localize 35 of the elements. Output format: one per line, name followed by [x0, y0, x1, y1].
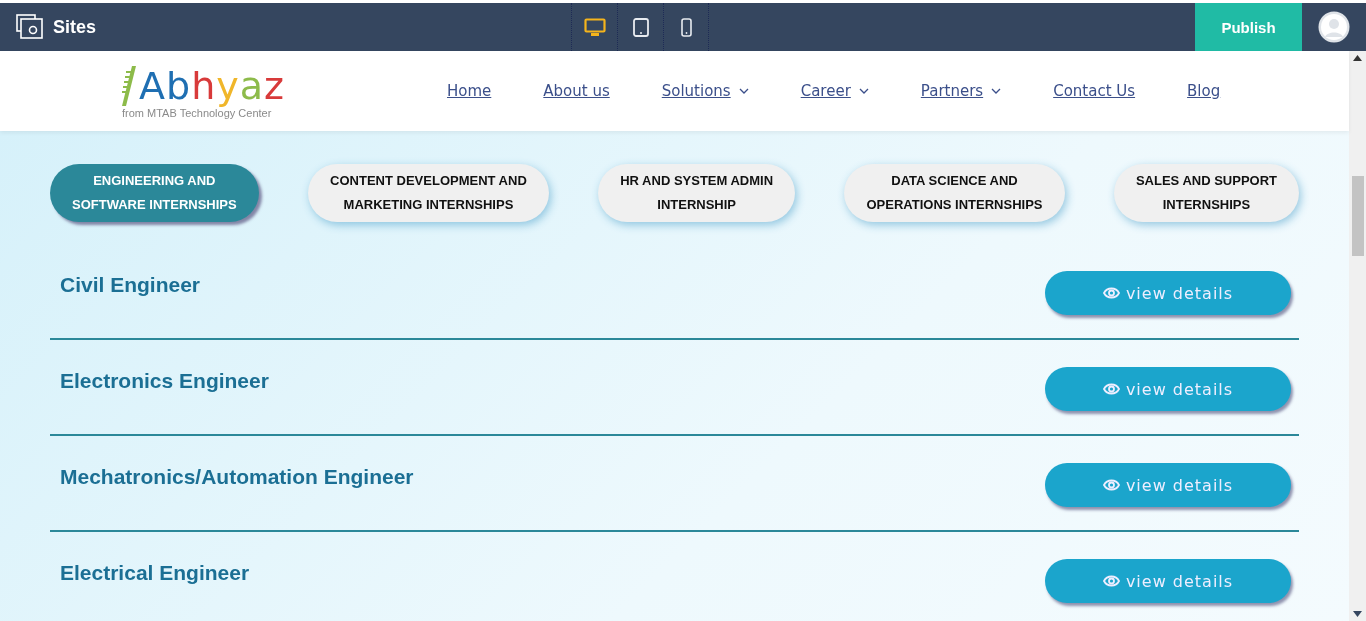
nav-link[interactable]: Partners — [920, 82, 1002, 100]
chevron-down-icon — [991, 88, 1002, 94]
scroll-up-icon[interactable] — [1353, 55, 1362, 61]
scrollbar-thumb[interactable] — [1351, 176, 1364, 256]
chevron-down-icon — [738, 88, 749, 94]
nav-link[interactable]: Contact Us — [1053, 82, 1136, 100]
logo-tagline: from MTAB Technology Center — [122, 106, 273, 119]
position-title: Electrical Engineer — [60, 561, 250, 585]
category-tab[interactable]: ENGINEERING AND SOFTWARE INTERNSHIPS — [50, 164, 259, 222]
category-tab[interactable]: SALES AND SUPPORT INTERNSHIPS — [1113, 164, 1299, 222]
app-title: Sites — [53, 16, 97, 38]
eye-icon — [1102, 383, 1120, 395]
scroll-down-icon[interactable] — [1353, 611, 1362, 617]
desktop-icon — [583, 17, 606, 37]
nav-link[interactable]: Blog — [1187, 82, 1221, 100]
eye-icon — [1102, 575, 1120, 587]
category-tab[interactable]: CONTENT DEVELOPMENT AND MARKETING INTERNSHIPS — [308, 164, 549, 222]
scrollbar[interactable] — [1349, 51, 1366, 621]
position-title: Electronics Engineer — [60, 369, 269, 393]
nav-link[interactable]: Solutions — [661, 82, 749, 100]
ruler-icon — [122, 65, 136, 106]
nav-link[interactable]: Home — [447, 82, 492, 100]
nav-link[interactable]: About us — [543, 82, 610, 100]
sites-icon[interactable] — [16, 14, 44, 40]
phone-icon — [680, 17, 692, 37]
chevron-down-icon — [858, 88, 869, 94]
position-title: Civil Engineer — [60, 273, 201, 297]
tablet-icon — [632, 17, 649, 37]
avatar-icon[interactable] — [1318, 11, 1350, 43]
category-tab[interactable]: DATA SCIENCE AND OPERATIONS INTERNSHIPS — [844, 164, 1065, 222]
nav-link[interactable]: Career — [800, 82, 869, 100]
eye-icon — [1102, 479, 1120, 491]
position-title: Mechatronics/Automation Engineer — [60, 465, 414, 489]
eye-icon — [1102, 287, 1120, 299]
category-tab[interactable]: HR AND SYSTEM ADMIN INTERNSHIP — [598, 164, 796, 222]
